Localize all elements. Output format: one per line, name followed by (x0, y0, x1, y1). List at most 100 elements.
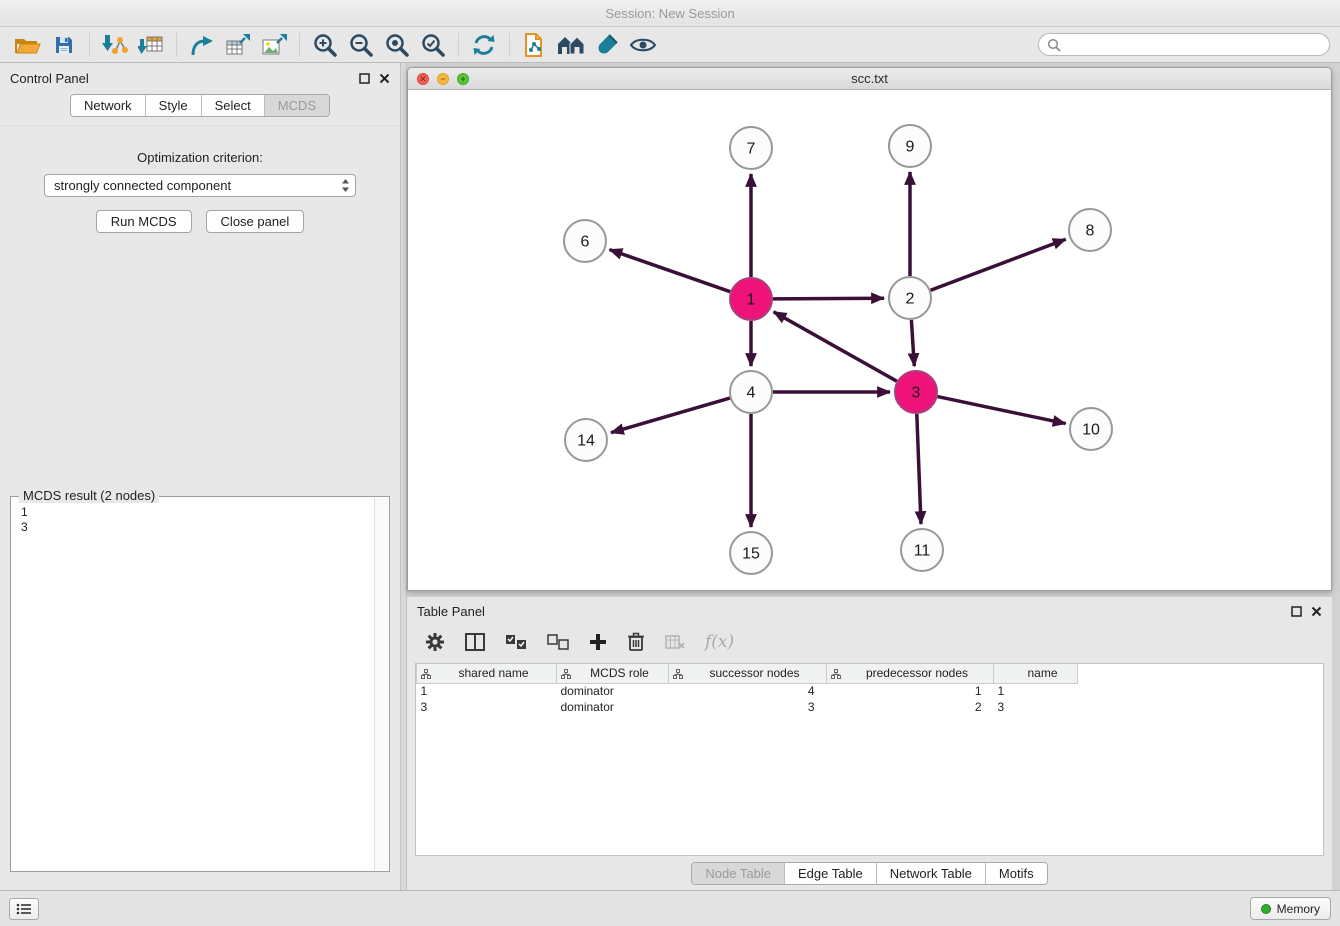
tab-style[interactable]: Style (145, 95, 201, 116)
table-settings-button[interactable] (425, 632, 445, 652)
graph-edge-3-1[interactable] (774, 312, 897, 381)
graph-node-7[interactable]: 7 (730, 127, 772, 169)
table-panel-title: Table Panel (417, 604, 485, 619)
graph-edge-3-10[interactable] (938, 397, 1066, 424)
refresh-view-button[interactable] (466, 30, 502, 60)
float-window-icon[interactable] (359, 73, 370, 84)
graph-edge-4-14[interactable] (611, 398, 730, 433)
maximize-window-icon[interactable]: + (457, 73, 469, 85)
graph-node-6[interactable]: 6 (564, 220, 606, 262)
tab-mcds[interactable]: MCDS (264, 95, 329, 116)
neighbors-button[interactable] (553, 30, 589, 60)
select-all-columns-button[interactable] (505, 634, 527, 650)
graph-node-1[interactable]: 1 (730, 278, 772, 320)
graph-node-14[interactable]: 14 (565, 419, 607, 461)
graph-node-9[interactable]: 9 (889, 125, 931, 167)
run-mcds-button[interactable]: Run MCDS (96, 210, 192, 233)
close-panel-icon[interactable] (1311, 606, 1322, 617)
table-cell[interactable]: 1 (994, 683, 1078, 699)
refresh-view-icon (471, 33, 497, 57)
tab-network[interactable]: Network (71, 95, 145, 116)
result-scrollbar[interactable] (374, 498, 388, 870)
paint-style-button[interactable] (589, 30, 625, 60)
export-network-button[interactable] (184, 30, 220, 60)
paint-style-icon (595, 33, 619, 57)
tab-network-table[interactable]: Network Table (876, 863, 985, 884)
export-image-button[interactable] (256, 30, 292, 60)
tab-edge-table[interactable]: Edge Table (784, 863, 876, 884)
document-share-button[interactable] (517, 30, 553, 60)
tab-node-table[interactable]: Node Table (692, 863, 784, 884)
column-header-shared-name[interactable]: shared name (417, 664, 557, 683)
open-file-icon (15, 35, 41, 55)
close-panel-icon[interactable] (379, 73, 390, 84)
graph-node-10[interactable]: 10 (1070, 408, 1112, 450)
graph-node-8[interactable]: 8 (1069, 209, 1111, 251)
graph-edge-1-2[interactable] (773, 298, 884, 299)
mcds-result-text[interactable]: 1 3 (12, 498, 374, 870)
table-cell[interactable]: dominator (557, 683, 669, 699)
column-header-name[interactable]: name (994, 664, 1078, 683)
vertical-splitter[interactable] (400, 63, 407, 890)
show-columns-button[interactable] (465, 633, 485, 651)
tab-select[interactable]: Select (201, 95, 264, 116)
delete-column-button[interactable] (627, 632, 645, 652)
table-cell[interactable]: 1 (417, 683, 557, 699)
table-cell[interactable]: dominator (557, 699, 669, 715)
table-cell[interactable]: 4 (669, 683, 827, 699)
graph-node-3[interactable]: 3 (895, 371, 937, 413)
column-header-mcds-role[interactable]: MCDS role (557, 664, 669, 683)
open-file-button[interactable] (10, 30, 46, 60)
import-network-button[interactable] (97, 30, 133, 60)
graph-edge-2-3[interactable] (911, 320, 914, 366)
zoom-fit-button[interactable] (379, 30, 415, 60)
graph-edge-2-8[interactable] (931, 239, 1066, 290)
graph-edge-1-6[interactable] (610, 250, 731, 292)
criterion-dropdown[interactable]: strongly connected component (44, 174, 356, 197)
show-graphics-button[interactable] (625, 30, 661, 60)
control-panel-header: Control Panel (0, 63, 400, 93)
table-cell[interactable]: 2 (827, 699, 994, 715)
table-cell[interactable]: 1 (827, 683, 994, 699)
table-cell[interactable]: 3 (669, 699, 827, 715)
table-row[interactable]: 3dominator323 (417, 699, 1078, 715)
tab-motifs[interactable]: Motifs (985, 863, 1047, 884)
graph-node-15[interactable]: 15 (730, 532, 772, 574)
network-graph[interactable]: 7 9 6 8 1 2 4 3 14 10 15 11 (408, 90, 1331, 590)
column-header-successor-nodes[interactable]: successor nodes (669, 664, 827, 683)
search-input[interactable] (1038, 33, 1330, 56)
graph-node-4[interactable]: 4 (730, 371, 772, 413)
select-all-icon (505, 634, 527, 650)
zoom-out-button[interactable] (343, 30, 379, 60)
add-column-button[interactable] (589, 633, 607, 651)
mcds-result-line: 1 (21, 505, 374, 520)
import-table-from-file-icon (138, 34, 164, 56)
application-window: Session: New Session (0, 0, 1340, 926)
graph-node-11[interactable]: 11 (901, 529, 943, 571)
close-panel-button[interactable]: Close panel (206, 210, 305, 233)
function-builder-button: f(x) (705, 632, 734, 652)
column-header-predecessor-nodes[interactable]: predecessor nodes (827, 664, 994, 683)
table-panel: Table Panel (407, 597, 1332, 890)
graph-node-2[interactable]: 2 (889, 277, 931, 319)
network-canvas[interactable]: 7 9 6 8 1 2 4 3 14 10 15 11 (408, 90, 1331, 590)
close-window-icon[interactable]: ✕ (417, 73, 429, 85)
save-session-button[interactable] (46, 30, 82, 60)
export-table-button[interactable] (220, 30, 256, 60)
zoom-in-button[interactable] (307, 30, 343, 60)
toolbar-separator (89, 33, 90, 57)
minimize-window-icon[interactable]: − (437, 73, 449, 85)
deselect-all-columns-button[interactable] (547, 634, 569, 650)
table-header-row: shared name MCDS role successor nodes pr… (417, 664, 1078, 683)
float-window-icon[interactable] (1291, 606, 1302, 617)
memory-button[interactable]: Memory (1250, 897, 1331, 920)
zoom-selected-button[interactable] (415, 30, 451, 60)
import-table-button[interactable] (133, 30, 169, 60)
table-row[interactable]: 1dominator411 (417, 683, 1078, 699)
table-cell[interactable]: 3 (417, 699, 557, 715)
graph-edge-3-11[interactable] (917, 414, 921, 524)
table-cell[interactable]: 3 (994, 699, 1078, 715)
task-history-button[interactable] (9, 898, 39, 920)
toolbar-separator (176, 33, 177, 57)
columns-icon (465, 633, 485, 651)
